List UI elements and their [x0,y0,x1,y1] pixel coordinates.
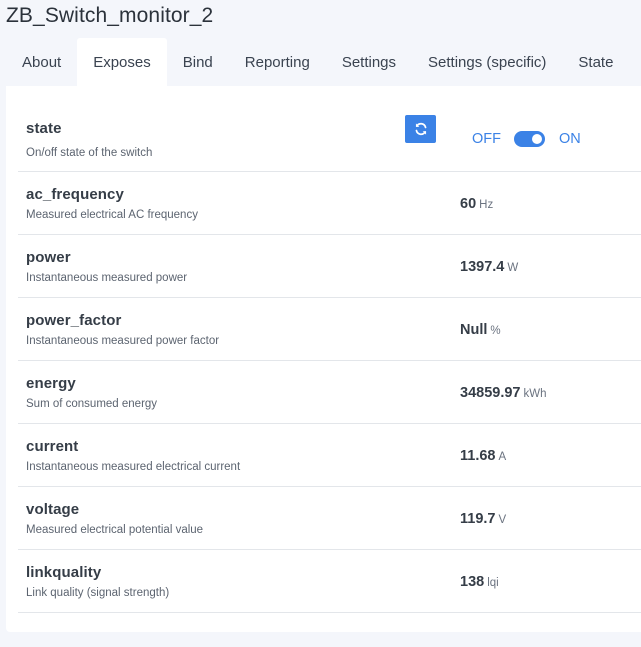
expose-row-state: state On/off state of the switch OFF ON [18,86,641,172]
expose-row-ac-frequency: ac_frequency Measured electrical AC freq… [18,172,641,235]
value-unit: Hz [479,199,494,211]
expose-name: ac_frequency [26,186,124,203]
value-unit: lqi [487,577,499,589]
refresh-button[interactable] [405,115,436,143]
tab-settings[interactable]: Settings [326,38,412,86]
tab-clusters[interactable]: C [629,38,641,86]
device-page: ZB_Switch_monitor_2 About Exposes Bind R… [0,0,641,647]
tab-settings-specific[interactable]: Settings (specific) [412,38,562,86]
expose-name: energy [26,375,76,392]
expose-row-power-factor: power_factor Instantaneous measured powe… [18,298,641,361]
expose-value: 34859.97 kWh [460,385,546,401]
expose-value: 119.7 V [460,511,506,527]
state-toggle-switch[interactable] [514,131,545,147]
value-number: 11.68 [460,448,496,464]
expose-description: Measured electrical potential value [26,524,204,536]
tab-about[interactable]: About [6,38,77,86]
expose-value: 11.68 A [460,448,506,464]
expose-description: Sum of consumed energy [26,398,158,410]
expose-name: linkquality [26,564,102,581]
expose-description: On/off state of the switch [26,147,153,159]
expose-value: 138 lqi [460,574,499,590]
value-number: 34859.97 [460,385,521,401]
state-toggle-group: OFF ON [472,129,581,149]
exposes-card: state On/off state of the switch OFF ON [6,86,641,632]
page-title: ZB_Switch_monitor_2 [6,4,214,27]
value-unit: kWh [523,388,547,400]
tab-reporting[interactable]: Reporting [229,38,326,86]
expose-value: 1397.4 W [460,259,518,275]
expose-row-voltage: voltage Measured electrical potential va… [18,487,641,550]
toggle-knob [532,134,542,144]
value-number: 138 [460,574,485,590]
expose-description: Measured electrical AC frequency [26,209,198,221]
expose-description: Instantaneous measured electrical curren… [26,461,241,473]
value-unit: A [498,451,507,463]
expose-name: current [26,438,79,455]
value-number: 119.7 [460,511,496,527]
expose-row-energy: energy Sum of consumed energy 34859.97 kW… [18,361,641,424]
value-number: 60 [460,196,477,212]
on-label[interactable]: ON [559,131,581,147]
expose-row-power: power Instantaneous measured power 1397.… [18,235,641,298]
expose-name: state [26,120,62,137]
expose-name: power_factor [26,312,122,329]
value-unit: V [498,514,507,526]
value-unit: W [507,262,519,274]
expose-value: Null% [460,322,501,338]
value-number: 1397.4 [460,259,505,275]
refresh-icon [415,122,426,136]
off-label[interactable]: OFF [472,131,501,147]
value-unit: % [490,325,501,337]
tab-bar: About Exposes Bind Reporting Settings Se… [6,38,641,86]
expose-description: Instantaneous measured power [26,272,188,284]
expose-name: power [26,249,71,266]
expose-row-current: current Instantaneous measured electrica… [18,424,641,487]
tab-exposes[interactable]: Exposes [77,38,167,86]
tab-state[interactable]: State [562,38,629,86]
expose-name: voltage [26,501,80,518]
expose-description: Link quality (signal strength) [26,587,170,599]
expose-row-linkquality: linkquality Link quality (signal strengt… [18,550,641,613]
value-number: Null [460,322,488,338]
expose-description: Instantaneous measured power factor [26,335,220,347]
tab-bind[interactable]: Bind [167,38,229,86]
expose-value: 60 Hz [460,196,493,212]
